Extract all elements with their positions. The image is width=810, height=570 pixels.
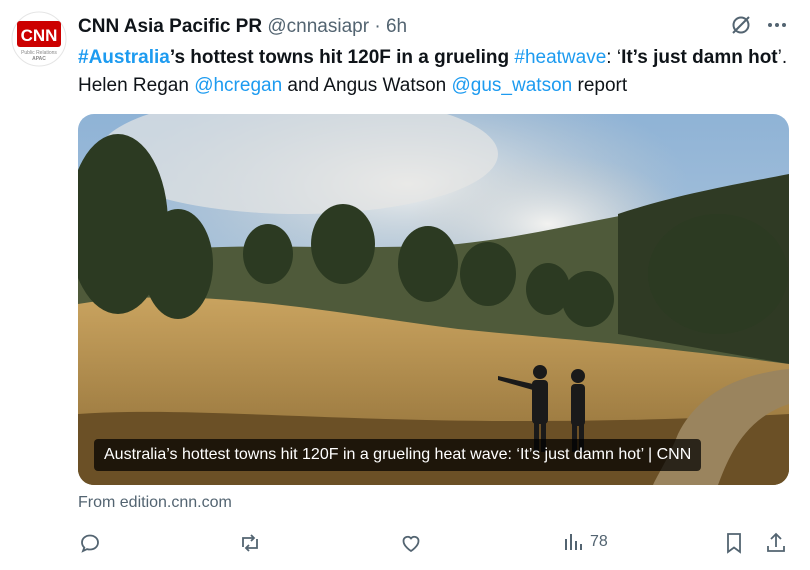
tweet-header: CNN Asia Pacific PR @cnnasiapr · 6h — [78, 14, 407, 40]
tweet-text-part: report — [572, 75, 628, 96]
mention-gus-watson[interactable]: @gus_watson — [452, 75, 573, 96]
views-count: 78 — [590, 533, 608, 550]
reply-button[interactable] — [78, 531, 102, 555]
views-icon — [565, 534, 582, 550]
bookmark-icon — [727, 533, 741, 554]
author-name[interactable]: CNN Asia Pacific PR — [78, 16, 262, 37]
svg-text:APAC: APAC — [32, 56, 46, 62]
repost-icon — [242, 534, 258, 552]
hashtag-australia[interactable]: #Australia — [78, 47, 170, 68]
share-icon — [767, 532, 785, 552]
tweet-time[interactable]: 6h — [386, 16, 407, 37]
hashtag-heatwave[interactable]: #heatwave — [514, 47, 606, 68]
mention-hcregan[interactable]: @hcregan — [194, 75, 282, 96]
grok-icon[interactable] — [730, 14, 752, 41]
more-icon[interactable] — [766, 14, 788, 41]
link-card[interactable]: Australia’s hottest towns hit 120F in a … — [78, 114, 789, 485]
views-button[interactable]: 78 — [562, 531, 608, 553]
reply-icon — [81, 534, 99, 553]
author-handle[interactable]: @cnnasiapr — [267, 16, 369, 37]
action-bar: 78 — [78, 531, 790, 561]
top-actions — [730, 14, 788, 41]
tweet-text-part: : ‘ — [606, 47, 622, 68]
tweet-text-part: and Angus Watson — [282, 75, 452, 96]
tweet-text-part: ’s hottest towns hit 120F in a grueling — [169, 47, 515, 68]
like-icon — [402, 535, 420, 553]
share-button[interactable] — [764, 531, 788, 555]
tweet-bold-quote: It’s just damn hot — [621, 47, 778, 68]
card-caption: Australia’s hottest towns hit 120F in a … — [94, 439, 702, 471]
card-source[interactable]: From edition.cnn.com — [78, 494, 232, 512]
like-button[interactable] — [399, 531, 423, 555]
svg-text:CNN: CNN — [21, 26, 58, 45]
avatar[interactable]: CNN Public Relations APAC — [11, 11, 67, 67]
time-separator: · — [374, 16, 381, 37]
bushfire-photo — [78, 114, 789, 485]
tweet-text: #Australia’s hottest towns hit 120F in a… — [78, 44, 793, 100]
repost-button[interactable] — [238, 531, 262, 555]
bookmark-button[interactable] — [723, 531, 745, 555]
cnn-logo-avatar: CNN Public Relations APAC — [11, 11, 67, 67]
